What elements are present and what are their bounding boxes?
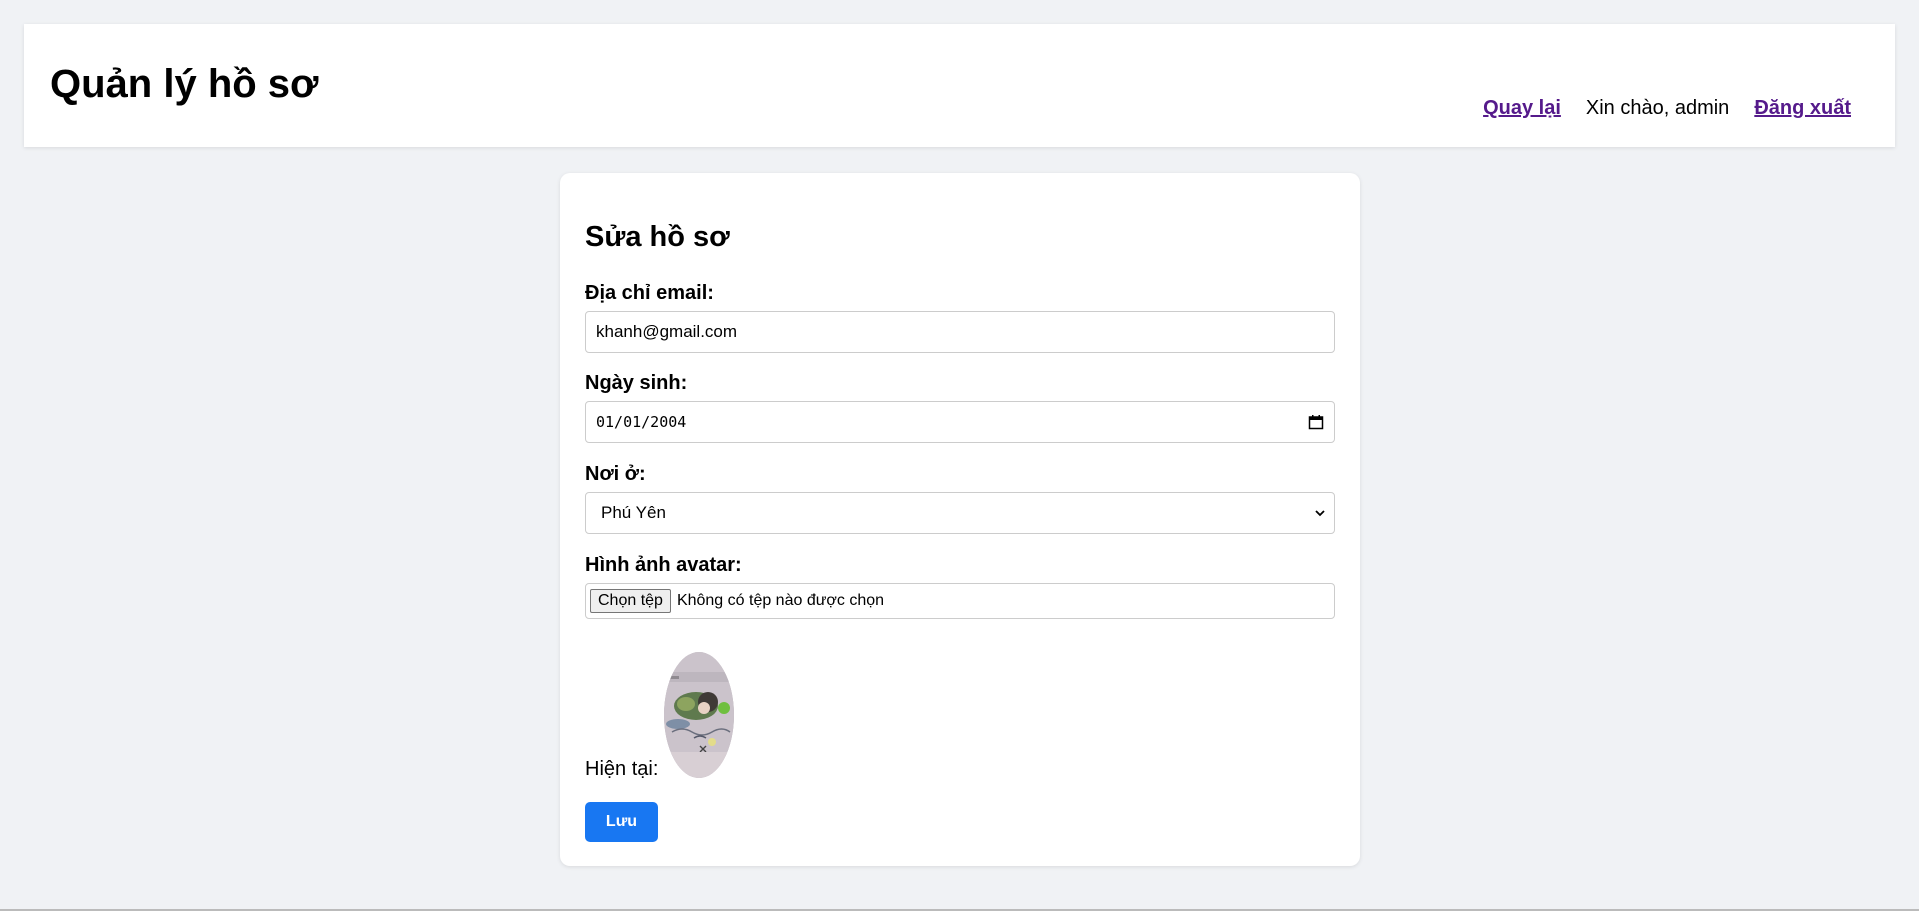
page-title: Quản lý hồ sơ — [50, 62, 319, 106]
residence-value: Phú Yên — [601, 503, 666, 522]
avatar-file-input[interactable]: Chọn tệp Không có tệp nào được chọn — [585, 583, 1335, 619]
choose-file-button[interactable]: Chọn tệp — [590, 589, 671, 613]
header-nav: Quay lại Xin chào, admin Đăng xuất — [1483, 97, 1851, 120]
residence-select[interactable]: Phú Yên — [585, 492, 1335, 534]
email-value: khanh@gmail.com — [596, 322, 738, 341]
birthdate-value: 01/01/2004 — [596, 413, 687, 431]
residence-label: Nơi ở: — [585, 463, 646, 485]
logout-link[interactable]: Đăng xuất — [1754, 97, 1851, 120]
avatar-label: Hình ảnh avatar: — [585, 554, 742, 576]
avatar-illustration — [664, 652, 734, 778]
email-label: Địa chỉ email: — [585, 282, 714, 304]
no-file-text: Không có tệp nào được chọn — [676, 592, 885, 609]
chevron-down-icon — [1315, 510, 1325, 517]
save-button[interactable]: Lưu — [585, 802, 658, 842]
current-avatar-label: Hiện tại: — [585, 758, 659, 780]
back-link[interactable]: Quay lại — [1483, 97, 1561, 120]
form-title: Sửa hồ sơ — [585, 221, 730, 253]
avatar-image — [664, 652, 734, 778]
app-header: Quản lý hồ sơ Quay lại Xin chào, admin Đ… — [24, 24, 1895, 147]
greeting-text: Xin chào, admin — [1585, 97, 1730, 119]
calendar-icon[interactable] — [1308, 414, 1324, 430]
email-field[interactable]: khanh@gmail.com — [585, 311, 1335, 353]
birthdate-field[interactable]: 01/01/2004 — [585, 401, 1335, 443]
birthdate-label: Ngày sinh: — [585, 372, 688, 394]
